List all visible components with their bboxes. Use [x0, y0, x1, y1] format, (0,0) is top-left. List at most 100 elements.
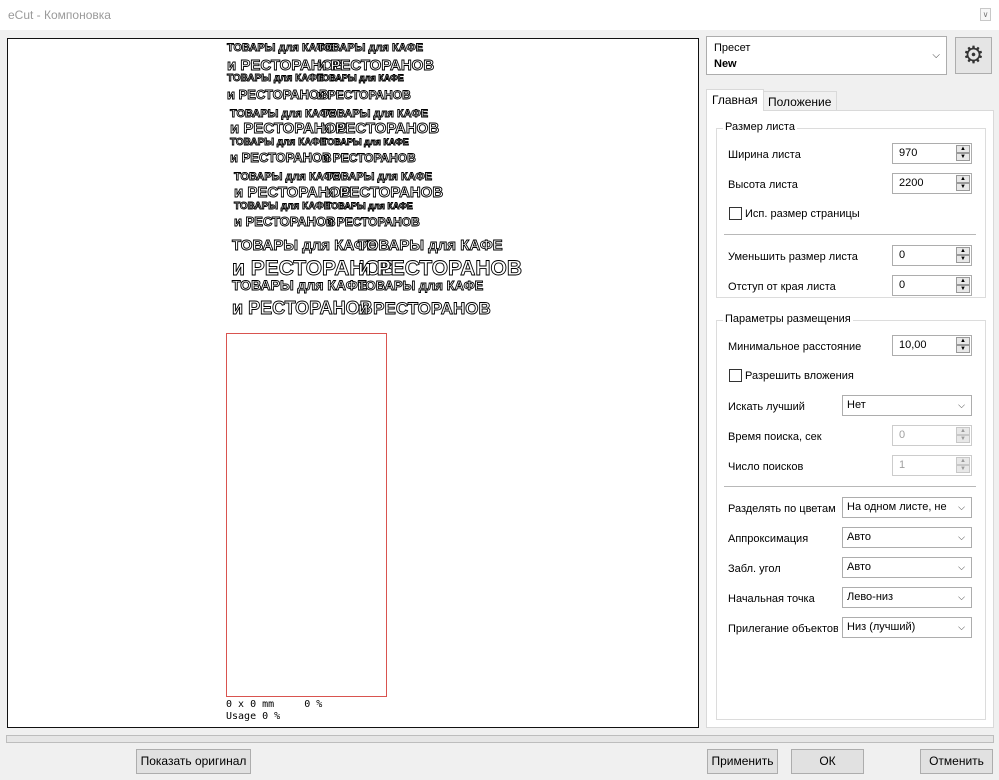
sheet-margin-value: 0 — [899, 279, 906, 291]
chevron-down-icon: ⌵ — [958, 532, 965, 542]
preview-text-shape: ТОВАРЫ для КАФЕ — [232, 277, 367, 293]
start-point-label: Начальная точка — [728, 593, 815, 605]
tab-position[interactable]: Положение — [762, 91, 838, 111]
preset-value: New — [714, 58, 737, 70]
search-best-select[interactable]: Нет ⌵ — [842, 395, 972, 416]
preview-text-shape: ТОВАРЫ для КАФЕ — [232, 237, 377, 254]
approximation-value: Авто — [847, 531, 871, 543]
chevron-down-icon: ⌵ — [958, 502, 965, 512]
ok-button[interactable]: ОК — [791, 749, 864, 774]
shrink-sheet-value: 0 — [899, 249, 906, 261]
preview-text-shape: и РЕСТОРАНОВ — [358, 299, 491, 318]
search-count-label: Число поисков — [728, 461, 804, 473]
use-page-size-label: Исп. размер страницы — [745, 208, 860, 220]
preview-text-shape: и РЕСТОРАНОВ — [317, 57, 434, 74]
placement-group-title: Параметры размещения — [723, 313, 853, 325]
preset-label: Пресет — [714, 42, 751, 54]
spin-up-icon[interactable]: ▲ — [956, 145, 970, 153]
chevron-down-icon: ⌵ — [932, 50, 940, 61]
lock-angle-select[interactable]: Авто ⌵ — [842, 557, 972, 578]
approximation-select[interactable]: Авто ⌵ — [842, 527, 972, 548]
spin-down-icon[interactable]: ▼ — [956, 435, 970, 443]
spin-down-icon[interactable]: ▼ — [956, 285, 970, 293]
preview-text-shape: ТОВАРЫ для КАФЕ — [326, 201, 413, 211]
split-colors-select[interactable]: На одном листе, не с ⌵ — [842, 497, 972, 518]
preview-text-shape: и РЕСТОРАНОВ — [322, 120, 439, 137]
preview-text-shape: и РЕСТОРАНОВ — [358, 257, 522, 280]
sheet-margin-label: Отступ от края листа — [728, 281, 836, 293]
spin-up-icon[interactable]: ▲ — [956, 277, 970, 285]
preview-text-shape: ТОВАРЫ для КАФЕ — [358, 278, 484, 293]
spin-down-icon[interactable]: ▼ — [956, 183, 970, 191]
spin-up-icon[interactable]: ▲ — [956, 427, 970, 435]
spin-down-icon[interactable]: ▼ — [956, 255, 970, 263]
apply-button[interactable]: Применить — [707, 749, 778, 774]
tab-strip: Главная Положение — [706, 89, 994, 111]
spin-up-icon[interactable]: ▲ — [956, 457, 970, 465]
preview-text-shape: ТОВАРЫ для КАФЕ — [227, 73, 324, 84]
spin-up-icon[interactable]: ▲ — [956, 247, 970, 255]
preview-text-shape: и РЕСТОРАНОВ — [322, 151, 416, 165]
sheet-outline — [226, 333, 387, 697]
preview-text-shape: ТОВАРЫ для КАФЕ — [326, 171, 432, 183]
preview-text-shape: и РЕСТОРАНОВ — [230, 150, 332, 165]
chevron-down-icon: ⌵ — [958, 400, 965, 410]
allow-nesting-checkbox[interactable] — [729, 369, 742, 382]
show-original-button[interactable]: Показать оригинал — [136, 749, 251, 774]
title-chevron-button[interactable]: ∨ — [980, 8, 991, 21]
sheet-height-label: Высота листа — [728, 179, 798, 191]
sheet-width-value: 970 — [899, 147, 918, 159]
tab-main[interactable]: Главная — [706, 89, 764, 111]
spin-up-icon[interactable]: ▲ — [956, 337, 970, 345]
spin-down-icon[interactable]: ▼ — [956, 345, 970, 353]
spin-down-icon[interactable]: ▼ — [956, 153, 970, 161]
search-time-input[interactable]: 0 ▲ ▼ — [892, 425, 972, 446]
chevron-down-icon: ⌵ — [958, 622, 965, 632]
settings-button[interactable]: ⚙ — [955, 37, 992, 74]
preview-text-shape: ТОВАРЫ для КАФЕ — [322, 137, 409, 147]
lock-angle-value: Авто — [847, 561, 871, 573]
min-distance-value: 10,00 — [899, 339, 927, 351]
spin-up-icon[interactable]: ▲ — [956, 175, 970, 183]
search-time-label: Время поиска, сек — [728, 431, 822, 443]
tab-content-main: Размер листа Ширина листа 970 ▲ ▼ Высота … — [706, 110, 994, 728]
preview-text-shape: ТОВАРЫ для КАФЕ — [230, 137, 327, 148]
preview-text-shape: и РЕСТОРАНОВ — [326, 184, 443, 201]
spin-down-icon[interactable]: ▼ — [956, 465, 970, 473]
preview-text-shape: ТОВАРЫ для КАФЕ — [317, 73, 404, 83]
preview-text-shape: ТОВАРЫ для КАФЕ — [322, 108, 428, 120]
gear-icon: ⚙ — [962, 42, 985, 69]
min-distance-label: Минимальное расстояние — [728, 341, 862, 353]
usage-readout: Usage 0 % — [226, 711, 281, 722]
preview-text-shape: и РЕСТОРАНОВ — [227, 87, 329, 102]
allow-nesting-label: Разрешить вложения — [745, 370, 854, 382]
sheet-height-value: 2200 — [899, 177, 924, 189]
preview-text-shape: и РЕСТОРАНОВ — [326, 215, 420, 229]
object-fit-select[interactable]: Низ (лучший) ⌵ — [842, 617, 972, 638]
start-point-value: Лево-низ — [847, 591, 894, 603]
divider — [724, 234, 976, 235]
search-count-input[interactable]: 1 ▲ ▼ — [892, 455, 972, 476]
preset-select[interactable]: Пресет New ⌵ — [706, 36, 947, 75]
preview-text-shape: и РЕСТОРАНОВ — [232, 298, 373, 318]
preview-text-shape: и РЕСТОРАНОВ — [234, 214, 336, 229]
title-bar: eCut - Компоновка ∨ — [0, 0, 999, 30]
use-page-size-checkbox[interactable] — [729, 207, 742, 220]
shrink-sheet-input[interactable]: 0 ▲ ▼ — [892, 245, 972, 266]
search-best-value: Нет — [847, 399, 866, 411]
cancel-button[interactable]: Отменить — [920, 749, 993, 774]
chevron-down-icon: ⌵ — [958, 592, 965, 602]
object-fit-label: Прилегание объектов — [728, 623, 838, 635]
sheet-width-input[interactable]: 970 ▲ ▼ — [892, 143, 972, 164]
sheet-margin-input[interactable]: 0 ▲ ▼ — [892, 275, 972, 296]
min-distance-input[interactable]: 10,00 ▲ ▼ — [892, 335, 972, 356]
layout-preview-canvas[interactable]: ТОВАРЫ для КАФЕ ТОВАРЫ для КАФЕ и РЕСТОРАН… — [7, 38, 699, 728]
progress-bar — [6, 735, 994, 743]
start-point-select[interactable]: Лево-низ ⌵ — [842, 587, 972, 608]
preview-text-shape: ТОВАРЫ для КАФЕ — [234, 171, 340, 183]
split-colors-label: Разделять по цветам — [728, 503, 836, 515]
divider — [724, 486, 976, 487]
window-title: eCut - Компоновка — [8, 8, 111, 22]
sheet-height-input[interactable]: 2200 ▲ ▼ — [892, 173, 972, 194]
preview-text-shape: и РЕСТОРАНОВ — [317, 88, 411, 102]
